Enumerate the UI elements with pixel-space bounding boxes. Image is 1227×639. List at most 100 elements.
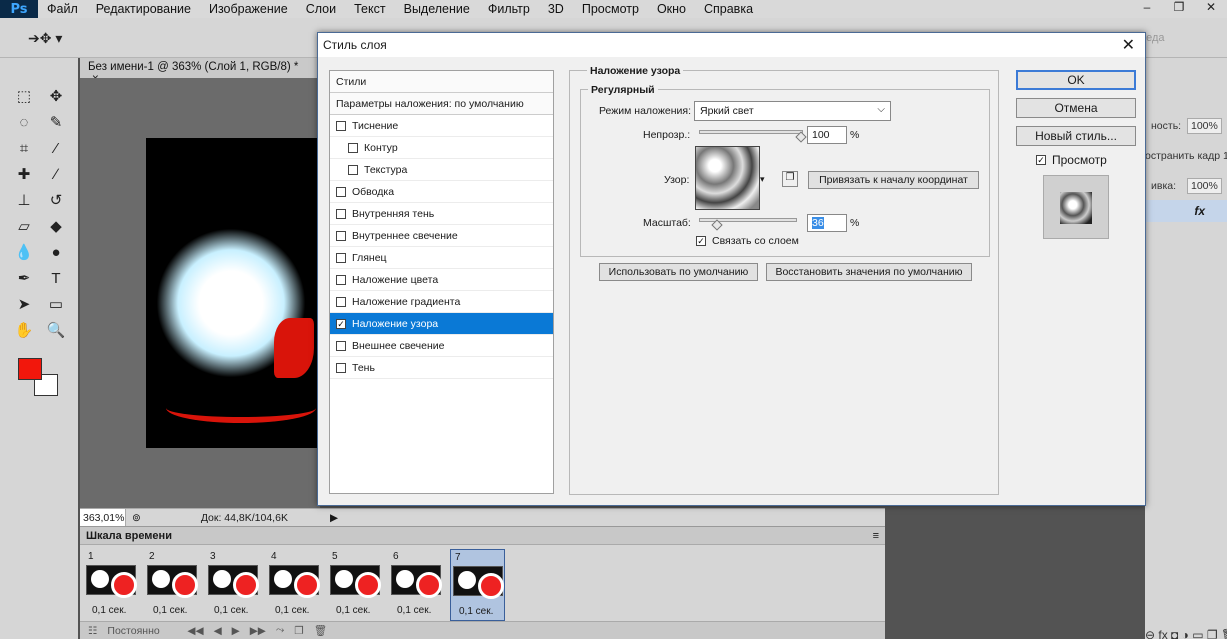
style-item[interactable]: ✓ Наложение узора <box>330 313 553 335</box>
opacity-input[interactable]: 100 <box>807 126 847 144</box>
menu-item-4[interactable]: Текст <box>345 2 394 16</box>
lasso-tool-icon[interactable]: ◌ <box>12 112 36 132</box>
style-item[interactable]: Текстура <box>330 159 553 181</box>
snap-to-origin-button[interactable]: Привязать к началу координат <box>808 171 979 189</box>
frame-delay[interactable]: 0,1 сек. <box>336 605 370 616</box>
timeline-menu-icon[interactable]: ≡ <box>873 530 879 542</box>
loop-select[interactable]: Постоянно <box>107 625 177 637</box>
layer-fill-value[interactable]: 100% <box>1187 178 1222 194</box>
cancel-button[interactable]: Отмена <box>1016 98 1136 118</box>
make-default-button[interactable]: Использовать по умолчанию <box>599 263 758 281</box>
rectangle-tool-icon[interactable]: ▭ <box>44 294 68 314</box>
ok-button[interactable]: OK <box>1016 70 1136 90</box>
type-tool-icon[interactable]: T <box>44 268 68 288</box>
layer-opacity-value[interactable]: 100% <box>1187 118 1222 134</box>
blend-mode-dropdown[interactable]: Яркий свет ⌵ <box>694 101 891 121</box>
blend-options-item[interactable]: Параметры наложения: по умолчанию <box>330 93 553 115</box>
foreground-color-swatch[interactable] <box>18 358 42 380</box>
style-item[interactable]: Наложение градиента <box>330 291 553 313</box>
menu-item-6[interactable]: Фильтр <box>479 2 539 16</box>
style-checkbox[interactable] <box>336 208 346 219</box>
timeline-frame[interactable]: 7 0,1 сек. <box>450 549 505 621</box>
preview-checkbox-box[interactable]: ✓ <box>1036 155 1046 165</box>
status-share-icon[interactable]: ⊚ <box>132 512 141 524</box>
new-style-button[interactable]: Новый стиль... <box>1016 126 1136 146</box>
preview-checkbox[interactable]: ✓ Просмотр <box>1036 153 1107 167</box>
dialog-close-icon[interactable]: ✕ <box>1122 35 1135 55</box>
frame-delay[interactable]: 0,1 сек. <box>397 605 431 616</box>
style-checkbox[interactable] <box>348 142 358 153</box>
healing-brush-icon[interactable]: ✚ <box>12 164 36 184</box>
style-checkbox[interactable] <box>336 252 346 263</box>
style-checkbox[interactable] <box>336 296 346 307</box>
crop-tool-icon[interactable]: ⌗ <box>12 138 36 158</box>
convert-icon[interactable]: ☷ <box>88 625 97 637</box>
menu-item-8[interactable]: Просмотр <box>573 2 648 16</box>
link-with-layer-checkbox[interactable]: ✓ Связать со слоем <box>696 235 799 247</box>
document-info[interactable]: Док: 44,8K/104,6K <box>201 512 288 524</box>
close-window-button[interactable]: ✕ <box>1195 0 1227 14</box>
canvas-image[interactable] <box>146 138 320 448</box>
style-checkbox[interactable] <box>336 340 346 351</box>
eraser-tool-icon[interactable]: ▱ <box>12 216 36 236</box>
timeline-frame[interactable]: 3 0,1 сек. <box>206 549 261 621</box>
reset-default-button[interactable]: Восстановить значения по умолчанию <box>766 263 972 281</box>
restore-button[interactable]: ❐ <box>1163 0 1195 14</box>
frame-delay[interactable]: 0,1 сек. <box>153 605 187 616</box>
marquee-tool-icon[interactable]: ⬚ <box>12 86 36 106</box>
blur-tool-icon[interactable]: 💧 <box>12 242 36 262</box>
frame-delay[interactable]: 0,1 сек. <box>92 605 126 616</box>
next-frame-icon[interactable]: ▶▶ <box>250 625 266 637</box>
style-item[interactable]: Внутренняя тень <box>330 203 553 225</box>
first-frame-icon[interactable]: ◀◀ <box>187 625 203 637</box>
timeline-frame[interactable]: 2 0,1 сек. <box>145 549 200 621</box>
pattern-picker-icon[interactable]: ▾ <box>760 174 765 185</box>
style-checkbox[interactable] <box>336 186 346 197</box>
paint-bucket-icon[interactable]: ◆ <box>44 216 68 236</box>
menu-item-2[interactable]: Изображение <box>200 2 297 16</box>
prev-frame-icon[interactable]: ◀ <box>214 625 222 637</box>
style-item[interactable]: Внешнее свечение <box>330 335 553 357</box>
style-item[interactable]: Тиснение <box>330 115 553 137</box>
scale-slider[interactable] <box>699 218 797 231</box>
style-checkbox[interactable] <box>336 274 346 285</box>
pen-tool-icon[interactable]: ✒ <box>12 268 36 288</box>
menu-item-1[interactable]: Редактирование <box>87 2 200 16</box>
menu-item-7[interactable]: 3D <box>539 2 573 16</box>
timeline-frame[interactable]: 4 0,1 сек. <box>267 549 322 621</box>
history-brush-icon[interactable]: ↺ <box>44 190 68 210</box>
eyedropper-icon[interactable]: ⁄ <box>44 138 68 158</box>
tween-icon[interactable]: ⤳ <box>276 624 284 637</box>
style-item[interactable]: Обводка <box>330 181 553 203</box>
document-tab[interactable]: Без имени-1 @ 363% (Слой 1, RGB/8) * × <box>80 58 320 85</box>
timeline-frame[interactable]: 5 0,1 сек. <box>328 549 383 621</box>
play-icon[interactable]: ▶ <box>232 625 240 637</box>
style-item[interactable]: Тень <box>330 357 553 379</box>
menu-item-0[interactable]: Файл <box>38 2 87 16</box>
style-item[interactable]: Наложение цвета <box>330 269 553 291</box>
layer-actions-icons[interactable]: ⊖ fx ◘ ◑ ▭ ❐ 🗑 <box>1145 628 1227 639</box>
delete-frame-icon[interactable]: 🗑 <box>314 624 327 637</box>
style-checkbox[interactable] <box>336 120 346 131</box>
menu-item-9[interactable]: Окно <box>648 2 695 16</box>
selected-layer-row[interactable]: fx <box>1145 200 1227 222</box>
frame-delay[interactable]: 0,1 сек. <box>459 606 493 617</box>
move-tool-icon[interactable]: ✥ <box>44 86 68 106</box>
zoom-tool-icon[interactable]: 🔍 <box>44 320 68 340</box>
scale-input[interactable]: 36 <box>807 214 847 232</box>
duplicate-frame-icon[interactable]: ❐ <box>294 625 303 637</box>
stamp-tool-icon[interactable]: ⊥ <box>12 190 36 210</box>
brush-tool-icon[interactable]: ∕ <box>44 164 68 184</box>
pattern-swatch[interactable] <box>695 146 760 210</box>
new-preset-icon[interactable]: ❐ <box>782 171 798 187</box>
menu-item-5[interactable]: Выделение <box>395 2 479 16</box>
hand-tool-icon[interactable]: ✋ <box>12 320 36 340</box>
link-checkbox-box[interactable]: ✓ <box>696 236 706 246</box>
style-checkbox[interactable] <box>336 230 346 241</box>
opacity-slider[interactable] <box>699 130 807 143</box>
zoom-field[interactable]: 363,01% <box>80 508 126 527</box>
timeline-frame[interactable]: 6 0,1 сек. <box>389 549 444 621</box>
fx-icon[interactable]: fx <box>1194 204 1205 218</box>
quick-select-icon[interactable]: ✎ <box>44 112 68 132</box>
menu-item-3[interactable]: Слои <box>297 2 345 16</box>
